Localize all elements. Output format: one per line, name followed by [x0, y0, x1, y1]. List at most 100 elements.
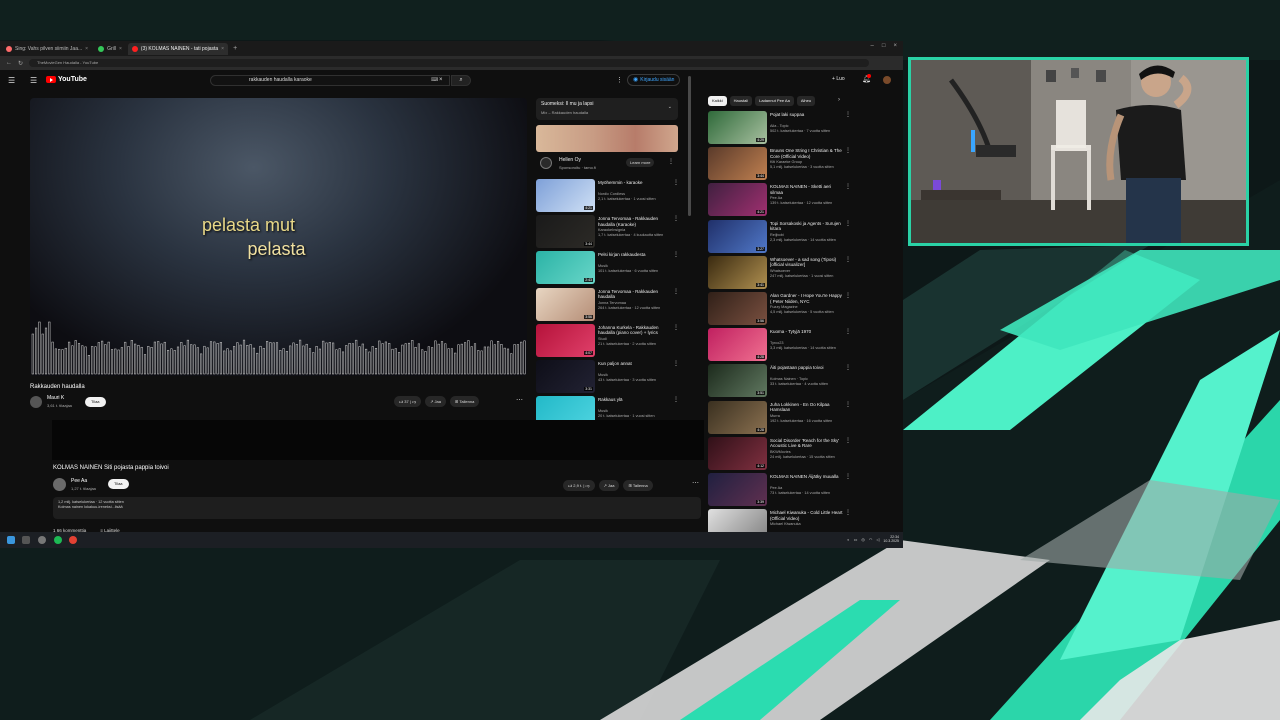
- related-video-item[interactable]: 4:28 Kuoma - Tytyjä 1970 Tyrco23 3,3 milj. …: [708, 328, 853, 362]
- video-thumbnail[interactable]: 4:07: [536, 323, 595, 357]
- video-title[interactable]: Whatsoever - a sad song (Tiposi) [offici…: [770, 257, 844, 268]
- mix-playlist-header[interactable]: Suomeksi: Il mu ja lapsi Mix – Rakkauden…: [536, 98, 678, 120]
- youtube-logo[interactable]: YouTube: [46, 76, 87, 83]
- more-icon[interactable]: ⋮: [845, 292, 851, 299]
- video-title[interactable]: Alan Gardner - I Hope You're Happy ( Pet…: [770, 293, 844, 304]
- more-icon[interactable]: ⋮: [845, 183, 851, 190]
- related-video-item[interactable]: 4:28 Juha Lokkinen - En Oo Kilpaa Hamslaa…: [708, 400, 853, 435]
- new-tab-icon[interactable]: +: [233, 45, 237, 52]
- more-icon[interactable]: ⋮: [845, 437, 851, 444]
- video-thumbnail[interactable]: 3:41: [708, 255, 767, 289]
- search-button[interactable]: ⌕: [451, 75, 471, 86]
- video-player[interactable]: pelasta mut pelasta: [30, 98, 527, 376]
- browser-tab-1[interactable]: Sing: Vahs pilven siimiin Jaa... ×: [2, 43, 92, 55]
- browser-tab-3[interactable]: (3) KOLMAS NAINEN - tati pojasta ×: [127, 42, 229, 55]
- close-window-icon[interactable]: ×: [893, 43, 897, 49]
- recommendation-item[interactable]: 3:44 Jonna Tervomaa - Rakkauden haudalla …: [536, 215, 686, 249]
- scrollbar-thumb[interactable]: [688, 76, 691, 216]
- save-button-2[interactable]: ⊞ Tallenna: [623, 480, 653, 491]
- related-video-item[interactable]: 4:29 Pojat laki suppaa Aila - Topic 502 t. …: [708, 111, 853, 145]
- more-icon[interactable]: ⋮: [845, 220, 851, 227]
- video-thumbnail[interactable]: 3:31: [536, 360, 595, 393]
- clock[interactable]: 22:34 10.3.2025: [883, 535, 899, 543]
- related-video-item[interactable]: 3:39 KOLMAS NAINEN Äijätky muualla Pee Aa 7…: [708, 473, 853, 507]
- more-icon[interactable]: ⋮: [673, 251, 679, 258]
- share-button[interactable]: ↗ Jaa: [425, 396, 446, 407]
- like-button[interactable]: 👍︎ 37 | 👎︎: [394, 396, 422, 407]
- video-thumbnail[interactable]: 3:44: [708, 147, 767, 181]
- close-icon[interactable]: ×: [85, 46, 88, 52]
- keyboard-icon[interactable]: ⌨: [431, 77, 438, 83]
- tray-icon-2[interactable]: ▭: [854, 537, 858, 542]
- create-button[interactable]: + Luo: [832, 76, 845, 82]
- recommendation-item[interactable]: 2:43 Pelsi kirjan rakkaudesta Musik 101 t. …: [536, 251, 686, 285]
- guide-menu-icon[interactable]: ☰: [30, 76, 37, 85]
- video-title[interactable]: Äiti pojastaan pappia toivoi: [770, 365, 844, 371]
- more-actions-icon[interactable]: ⋯: [516, 396, 523, 404]
- tray-icon-3[interactable]: ◎: [861, 537, 865, 542]
- video-thumbnail[interactable]: 3:56: [536, 287, 595, 321]
- more-actions-icon[interactable]: ⋯: [692, 479, 699, 487]
- video-title[interactable]: Bruuns One String I Christian & The Core…: [770, 148, 844, 159]
- more-icon[interactable]: ⋮: [845, 147, 851, 154]
- like-button-2[interactable]: 👍︎ 2,9 t. | 👎︎: [563, 480, 595, 491]
- recommendation-item[interactable]: 4:21 Myöhemmin - karaoke Nordic Cordless 2,…: [536, 179, 686, 213]
- more-icon[interactable]: ⋮: [845, 256, 851, 263]
- search-icon[interactable]: [22, 536, 30, 544]
- wifi-icon[interactable]: ◠: [869, 537, 873, 542]
- video-title[interactable]: Pojat laki suppaa: [770, 112, 844, 118]
- more-icon[interactable]: ⋮: [673, 324, 679, 331]
- clear-search-icon[interactable]: ×: [439, 77, 443, 83]
- browser-tab-2[interactable]: Grill ×: [94, 43, 126, 55]
- video-thumbnail[interactable]: 3:39: [708, 473, 767, 506]
- ad-learn-more-button[interactable]: Learn more: [626, 158, 655, 167]
- reload-icon[interactable]: ↻: [18, 60, 23, 67]
- video-thumbnail[interactable]: 4:12: [708, 436, 767, 470]
- video-title[interactable]: Topi Sorsakoski ja Agents - Surujen kita…: [770, 221, 844, 232]
- video-thumbnail[interactable]: 3:27: [708, 219, 767, 253]
- search-input[interactable]: rakkauden haudalla karaoke: [210, 75, 450, 86]
- chevron-down-icon[interactable]: ⌄: [668, 104, 672, 110]
- back-icon[interactable]: ←: [6, 60, 12, 66]
- more-icon[interactable]: ⋮: [845, 111, 851, 118]
- recommendation-item[interactable]: 3:56 Jonna Tervomaa - Rakkauden haudalla J…: [536, 287, 686, 322]
- more-icon[interactable]: ⋮: [845, 509, 851, 516]
- volume-icon[interactable]: ◁: [876, 537, 879, 542]
- subscribe-button-2[interactable]: Tilaa: [108, 479, 129, 489]
- video-title[interactable]: Jonna Tervomaa - Rakkauden haudalla: [598, 289, 674, 300]
- recommendation-item[interactable]: 4:07 Johanna Kurkela - Rakkauden haudalla…: [536, 323, 686, 358]
- save-button[interactable]: ⊞ Tallenna: [450, 396, 480, 407]
- maximize-icon[interactable]: □: [882, 43, 886, 49]
- video-thumbnail[interactable]: 4:29: [708, 111, 767, 144]
- thumb-down-icon[interactable]: 👎︎: [412, 399, 416, 404]
- more-icon[interactable]: ⋮: [845, 328, 851, 335]
- chip-all[interactable]: Kaikki: [708, 96, 727, 106]
- video-title[interactable]: Social Disorder 'Reach for the Sky' Acou…: [770, 438, 844, 449]
- settings-more-icon[interactable]: ⋮: [616, 76, 623, 84]
- more-icon[interactable]: ⋮: [845, 401, 851, 408]
- chrome-icon[interactable]: [69, 536, 77, 544]
- menu-icon[interactable]: ☰: [8, 76, 15, 85]
- chip-from-channel[interactable]: Ladannut Pee Aa: [755, 96, 794, 106]
- video-title[interactable]: Kuoma - Tytyjä 1970: [770, 329, 844, 335]
- close-icon[interactable]: ×: [221, 46, 224, 52]
- video-thumbnail[interactable]: 4:21: [536, 179, 595, 212]
- tray-icon-1[interactable]: ◐: [847, 537, 849, 542]
- channel-name[interactable]: Michael Kiwanuka: [770, 522, 844, 527]
- recommendation-item[interactable]: 3:31 Kun paljon annat Musik 43 t. katseluke…: [536, 360, 686, 394]
- video-thumbnail[interactable]: 4:28: [708, 400, 767, 434]
- related-video-item[interactable]: 4:12 Social Disorder 'Reach for the Sky' …: [708, 436, 853, 471]
- video-thumbnail[interactable]: 3:51: [708, 364, 767, 398]
- chip-topic[interactable]: Aiheu: [796, 96, 816, 106]
- more-icon[interactable]: ⋮: [673, 288, 679, 295]
- more-icon[interactable]: ⋮: [668, 158, 674, 165]
- video-title[interactable]: Juha Lokkinen - En Oo Kilpaa Hamslaan: [770, 402, 844, 413]
- chevron-right-icon[interactable]: ›: [838, 97, 840, 103]
- video-thumbnail[interactable]: 2:43: [536, 251, 595, 285]
- more-icon[interactable]: ⋮: [673, 360, 679, 367]
- video-title[interactable]: Kun paljon annat: [598, 361, 674, 367]
- more-icon[interactable]: ⋮: [673, 396, 679, 403]
- minimize-icon[interactable]: –: [871, 43, 874, 49]
- channel-avatar-2[interactable]: [53, 478, 66, 491]
- channel-name-2[interactable]: Pee Aa: [71, 478, 87, 484]
